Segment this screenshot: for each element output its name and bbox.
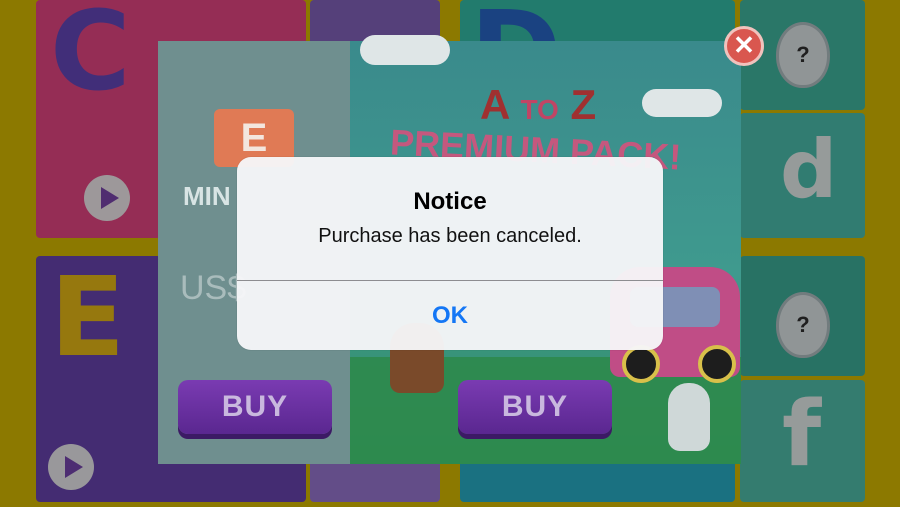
cloud xyxy=(360,35,450,65)
brand-logo: A TO Z xyxy=(480,81,596,129)
brand-to: TO xyxy=(520,94,559,125)
notice-alert: Notice Purchase has been canceled. OK xyxy=(237,157,663,350)
cloud xyxy=(642,89,722,117)
alert-message: Purchase has been canceled. xyxy=(318,225,582,247)
goose-character xyxy=(668,383,710,451)
buy-button-premium[interactable]: BUY xyxy=(458,380,612,434)
close-icon[interactable]: ✕ xyxy=(724,26,764,66)
bus-wheel xyxy=(622,345,660,383)
bus-wheel xyxy=(698,345,736,383)
brand-z: Z xyxy=(570,81,597,128)
pack-title: MIN xyxy=(183,181,231,211)
alert-title: Notice xyxy=(413,188,487,215)
ok-button[interactable]: OK xyxy=(237,281,663,350)
brand-a: A xyxy=(480,81,509,128)
buy-button-minimum[interactable]: BUY xyxy=(178,380,332,434)
